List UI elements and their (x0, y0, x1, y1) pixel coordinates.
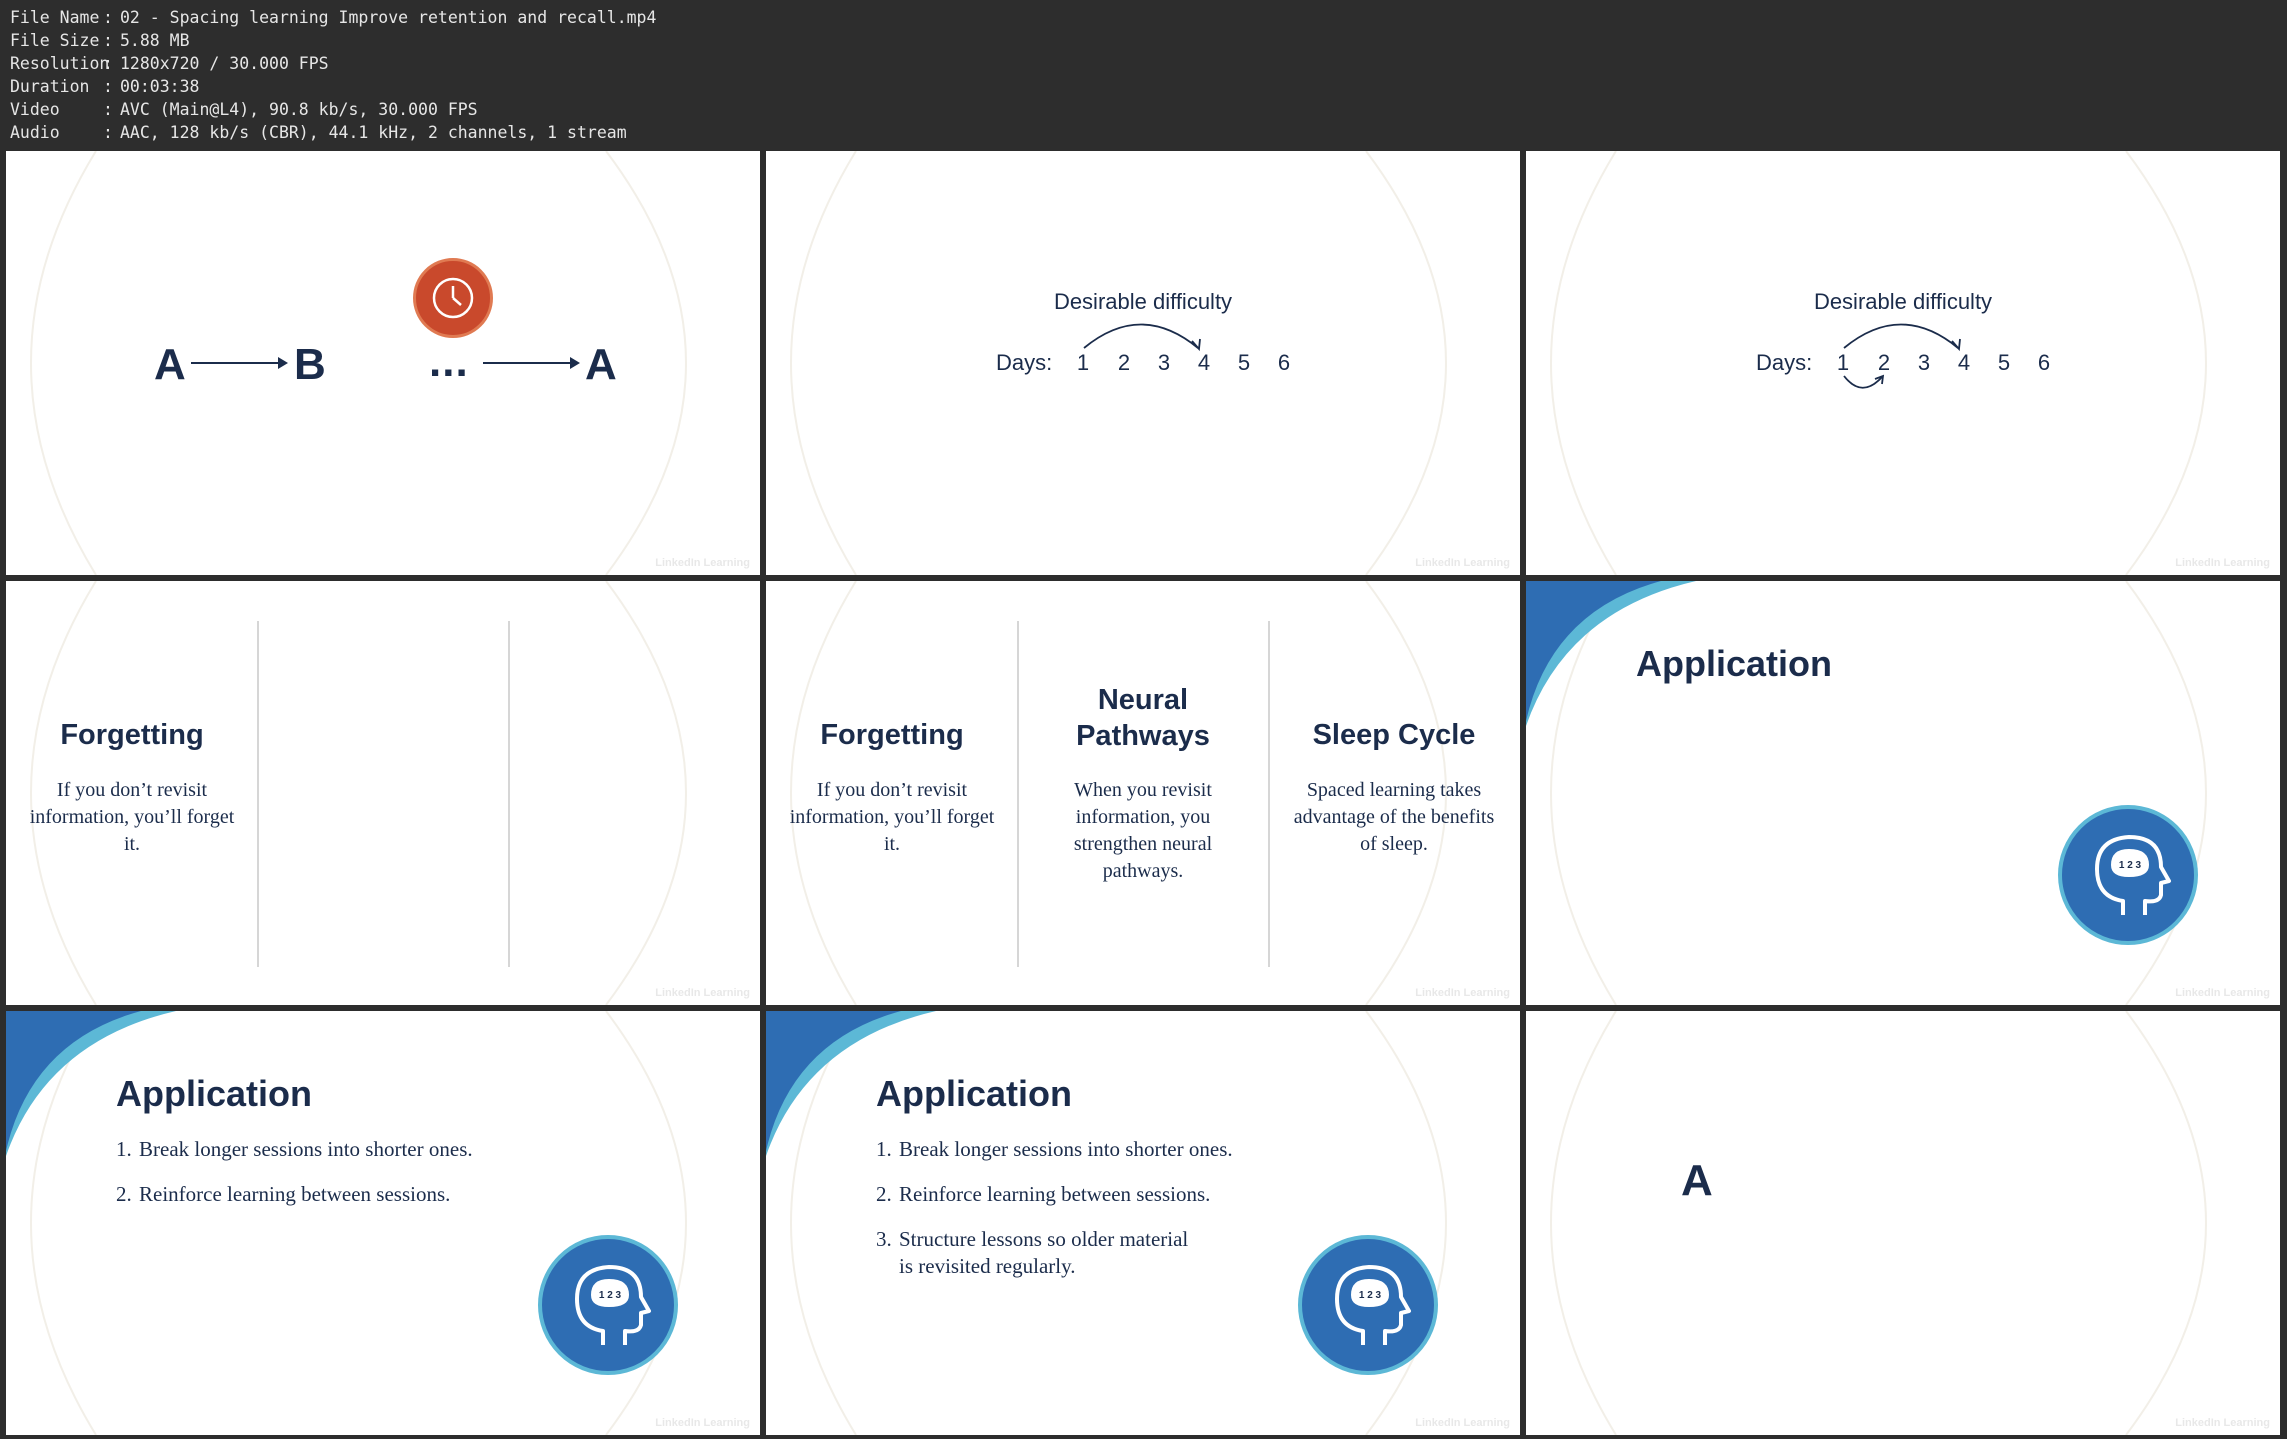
arc-day1-to-day4 (1083, 323, 1201, 352)
clock-icon (413, 258, 493, 338)
thumbnail-frame-6: Application 1 2 3 LinkedIn Learning (1526, 581, 2280, 1005)
watermark: LinkedIn Learning (2175, 987, 2270, 999)
watermark: LinkedIn Learning (655, 1417, 750, 1429)
thumbnail-frame-1: A B ... A LinkedIn Learning (6, 151, 760, 575)
application-item-1: 1. Break longer sessions into shorter one… (876, 1137, 1233, 1161)
forgetting-text: If you don’t revisit information, you’ll… (29, 779, 235, 855)
application-item-3: 3. Structure lessons so older material is… (876, 1227, 1189, 1278)
letter-a-right: A (585, 340, 617, 389)
info-row-file-size: File Size : 5.88 MB (10, 31, 190, 50)
column-divider-2 (508, 621, 510, 967)
background-arcs (1550, 1011, 2207, 1435)
application-item-1: 1. Break longer sessions into shorter one… (116, 1137, 473, 1161)
watermark: LinkedIn Learning (2175, 557, 2270, 569)
forgetting-title: Forgetting (820, 719, 964, 751)
brain-head-icon: 1 2 3 (2058, 805, 2198, 945)
application-title: Application (876, 1073, 1072, 1114)
application-item-2: 2. Reinforce learning between sessions. (116, 1182, 451, 1206)
sleep-cycle-text: Spaced learning takes advantage of the b… (1293, 779, 1495, 855)
info-row-file-name: File Name : 02 - Spacing learning Improv… (10, 8, 657, 27)
watermark: LinkedIn Learning (655, 987, 750, 999)
ellipsis: ... (429, 337, 469, 386)
column-divider-2 (1268, 621, 1270, 967)
column-divider-1 (1017, 621, 1019, 967)
arrow-to-a (483, 357, 580, 369)
watermark: LinkedIn Learning (1415, 987, 1510, 999)
svg-text:1 2 3: 1 2 3 (599, 1290, 622, 1301)
sleep-cycle-title: Sleep Cycle (1312, 719, 1476, 751)
thumbnail-frame-3: Desirable difficulty Days: 1 2 3 4 5 6 L… (1526, 151, 2280, 575)
application-item-2: 2. Reinforce learning between sessions. (876, 1182, 1211, 1206)
column-divider-1 (257, 621, 259, 967)
letter-a-left: A (154, 340, 186, 389)
svg-text:1 2 3: 1 2 3 (2119, 860, 2142, 871)
info-row-duration: Duration : 00:03:38 (10, 77, 200, 96)
watermark: LinkedIn Learning (1415, 557, 1510, 569)
neural-text: When you revisit information, you streng… (1073, 779, 1213, 882)
info-row-resolution: Resolution : 1280x720 / 30.000 FPS (10, 54, 329, 73)
arrow-a-to-b (191, 357, 288, 369)
application-title: Application (1636, 643, 1832, 684)
watermark: LinkedIn Learning (655, 557, 750, 569)
forgetting-text: If you don’t revisit information, you’ll… (789, 779, 995, 855)
letter-a: A (1681, 1156, 1713, 1205)
media-info-panel: File Name : 02 - Spacing learning Improv… (0, 0, 2287, 150)
thumbnail-frame-7: Application 1. Break longer sessions into… (6, 1011, 760, 1435)
brain-head-icon: 1 2 3 (1298, 1235, 1438, 1375)
info-row-audio: Audio : AAC, 128 kb/s (CBR), 44.1 kHz, 2… (10, 123, 627, 142)
background-arcs (30, 151, 687, 575)
letter-b: B (294, 340, 326, 389)
arcs-day1-to-day2-and-day4 (1843, 323, 1961, 389)
thumbnail-frame-9: A LinkedIn Learning (1526, 1011, 2280, 1435)
application-title: Application (116, 1073, 312, 1114)
thumbnail-frame-8: Application 1. Break longer sessions into… (766, 1011, 1520, 1435)
neural-title-line1: Neural (1097, 684, 1189, 716)
thumbnail-frame-4: Forgetting If you don’t revisit informat… (6, 581, 760, 1005)
forgetting-title: Forgetting (60, 719, 204, 751)
watermark: LinkedIn Learning (1415, 1417, 1510, 1429)
watermark: LinkedIn Learning (2175, 1417, 2270, 1429)
info-row-video: Video : AVC (Main@L4), 90.8 kb/s, 30.000… (10, 100, 478, 119)
thumbnail-frame-2: Desirable difficulty Days: 1 2 3 4 5 6 L… (766, 151, 1520, 575)
thumbnail-frame-5: Forgetting If you don’t revisit informat… (766, 581, 1520, 1005)
svg-text:1 2 3: 1 2 3 (1359, 1290, 1382, 1301)
brain-head-icon: 1 2 3 (538, 1235, 678, 1375)
neural-title-line2: Pathways (1076, 720, 1210, 752)
